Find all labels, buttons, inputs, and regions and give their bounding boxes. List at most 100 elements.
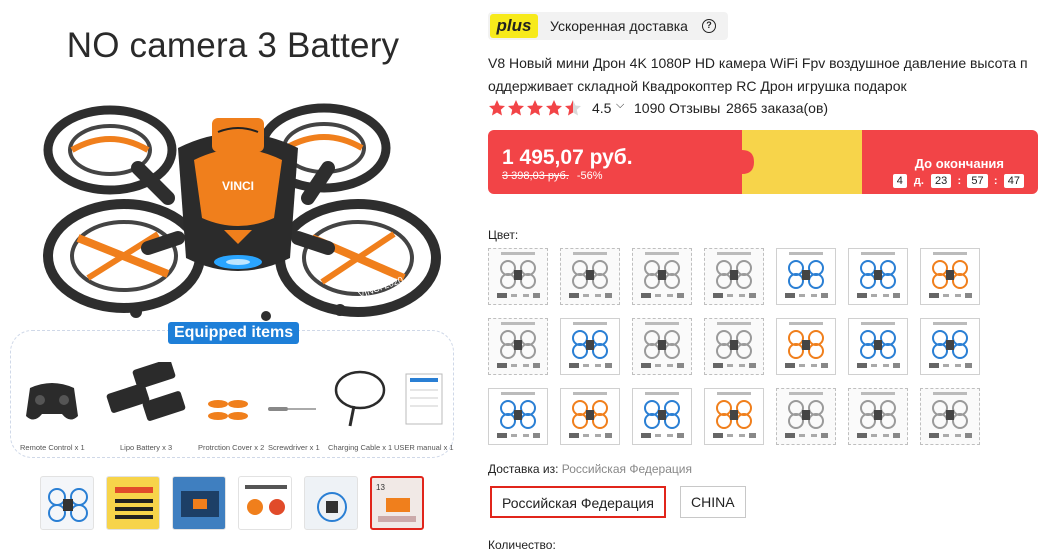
star-icon <box>527 100 543 116</box>
swatch-drone-icon <box>641 322 684 368</box>
battery-icon <box>106 362 186 421</box>
user-manual-icon <box>405 373 443 425</box>
swatch-drone-icon <box>641 392 684 438</box>
question-circle-icon[interactable]: ? <box>702 19 716 33</box>
old-price: 3 398,03 руб. <box>502 170 569 182</box>
equipped-items-list: Remote Control x 1 Lipo Battery x 3 Prot… <box>12 362 454 452</box>
color-swatch[interactable] <box>848 248 908 305</box>
price-banner: 1 495,07 руб. 3 398,03 руб. -56% До оконч… <box>488 130 1038 194</box>
color-swatch[interactable] <box>632 388 692 445</box>
svg-text:13: 13 <box>376 483 385 492</box>
color-swatch[interactable] <box>776 248 836 305</box>
old-price-row: 3 398,03 руб. -56% <box>502 170 603 182</box>
swatch-drone-icon <box>929 252 972 298</box>
color-swatch[interactable] <box>704 318 764 375</box>
orders-count: 2865 заказа(ов) <box>726 100 829 116</box>
plus-badge: plus <box>490 14 538 38</box>
equip-item-label: Charging Cable x 1 <box>328 443 393 452</box>
color-swatch[interactable] <box>488 388 548 445</box>
color-swatch[interactable] <box>488 248 548 305</box>
thumbnail-1[interactable] <box>40 476 94 530</box>
swatch-drone-icon <box>569 322 612 368</box>
swatch-drone-icon <box>785 322 828 368</box>
swatch-drone-icon <box>497 322 540 368</box>
equip-item-label: Lipo Battery x 3 <box>120 443 173 452</box>
color-swatch[interactable] <box>560 388 620 445</box>
swatch-drone-icon <box>713 392 756 438</box>
color-swatch[interactable] <box>776 318 836 375</box>
thumbnail-6[interactable]: 13 <box>370 476 424 530</box>
ship-option-china[interactable]: CHINA <box>680 486 746 518</box>
screwdriver-icon <box>268 407 316 411</box>
rating-stars <box>489 100 581 116</box>
thumbnail-5[interactable] <box>304 476 358 530</box>
countdown-days-unit: д. <box>913 175 924 187</box>
drone-brand-text: VINCI <box>222 179 254 193</box>
color-swatch[interactable] <box>704 248 764 305</box>
star-icon <box>489 100 505 116</box>
color-swatch[interactable] <box>920 318 980 375</box>
swatch-drone-icon <box>929 392 972 438</box>
swatch-drone-icon <box>857 252 900 298</box>
swatch-drone-icon <box>569 252 612 298</box>
equipped-items-label: Equipped items <box>168 322 300 344</box>
swatch-drone-icon <box>785 392 828 438</box>
equip-item-label: USER manual x 1 <box>394 443 454 452</box>
ship-option-russia[interactable]: Российская Федерация <box>490 486 666 518</box>
equip-item-label: Protrction Cover x 2 <box>198 443 265 452</box>
swatch-drone-icon <box>857 392 900 438</box>
discount-badge: -56% <box>576 170 603 182</box>
swatch-drone-icon <box>641 252 684 298</box>
equip-item-label: Screwdriver x 1 <box>268 443 320 452</box>
color-swatch[interactable] <box>560 318 620 375</box>
thumbnail-strip: 13 <box>40 476 440 530</box>
current-price: 1 495,07 руб. <box>502 146 633 169</box>
reviews-link[interactable]: 1090 Отзывы <box>634 100 720 116</box>
color-swatch[interactable] <box>920 388 980 445</box>
drone-illustration: VINCI 2020 VINCI <box>43 103 441 321</box>
color-swatch-grid <box>488 248 988 448</box>
main-image-title: NO camera 3 Battery <box>66 26 400 65</box>
main-product-image[interactable]: NO camera 3 Battery VINCI 2020 VINCI Equ… <box>8 10 458 458</box>
color-swatch[interactable] <box>776 388 836 445</box>
countdown-label: До окончания <box>914 156 1004 171</box>
color-swatch[interactable] <box>560 248 620 305</box>
thumbnail-3[interactable] <box>172 476 226 530</box>
color-swatch[interactable] <box>488 318 548 375</box>
half-star-icon <box>565 100 581 116</box>
plus-delivery-bar[interactable]: plus Ускоренная доставка ? <box>488 12 728 40</box>
color-swatch[interactable] <box>632 248 692 305</box>
swatch-drone-icon <box>713 322 756 368</box>
drone-body: VINCI <box>178 118 298 271</box>
thumbnail-4[interactable] <box>238 476 292 530</box>
thumbnail-2[interactable] <box>106 476 160 530</box>
ships-from-label: Доставка из: <box>488 462 559 476</box>
swatch-drone-icon <box>929 322 972 368</box>
color-option-label: Цвет: <box>488 228 519 242</box>
chevron-down-icon[interactable]: ⌵ <box>616 99 624 112</box>
svg-text:VINCI 2020: VINCI 2020 <box>357 275 404 300</box>
propeller-icon <box>208 400 248 420</box>
color-swatch[interactable] <box>920 248 980 305</box>
rotor-front-right: VINCI 2020 <box>275 199 441 317</box>
star-icon <box>508 100 524 116</box>
countdown-days: 4 <box>892 174 907 188</box>
countdown-seconds: 47 <box>1003 174 1024 188</box>
countdown-timer: 4 д. 23 : 57 : 47 <box>892 174 1024 190</box>
rating-row: 4.5 ⌵ 1090 Отзывы 2865 заказа(ов) <box>488 99 1048 119</box>
ships-from-value: Российская Федерация <box>561 462 692 476</box>
color-swatch[interactable] <box>632 318 692 375</box>
quantity-label: Количество: <box>488 538 556 552</box>
rotor-front-left <box>43 199 205 313</box>
swatch-drone-icon <box>713 252 756 298</box>
countdown-hours: 23 <box>931 174 952 188</box>
color-swatch[interactable] <box>848 388 908 445</box>
rating-value[interactable]: 4.5 <box>592 100 611 116</box>
countdown-minutes: 57 <box>967 174 988 188</box>
color-swatch[interactable] <box>848 318 908 375</box>
plus-delivery-text: Ускоренная доставка <box>550 18 688 34</box>
star-icon <box>546 100 562 116</box>
swatch-drone-icon <box>497 252 540 298</box>
swatch-drone-icon <box>569 392 612 438</box>
color-swatch[interactable] <box>704 388 764 445</box>
